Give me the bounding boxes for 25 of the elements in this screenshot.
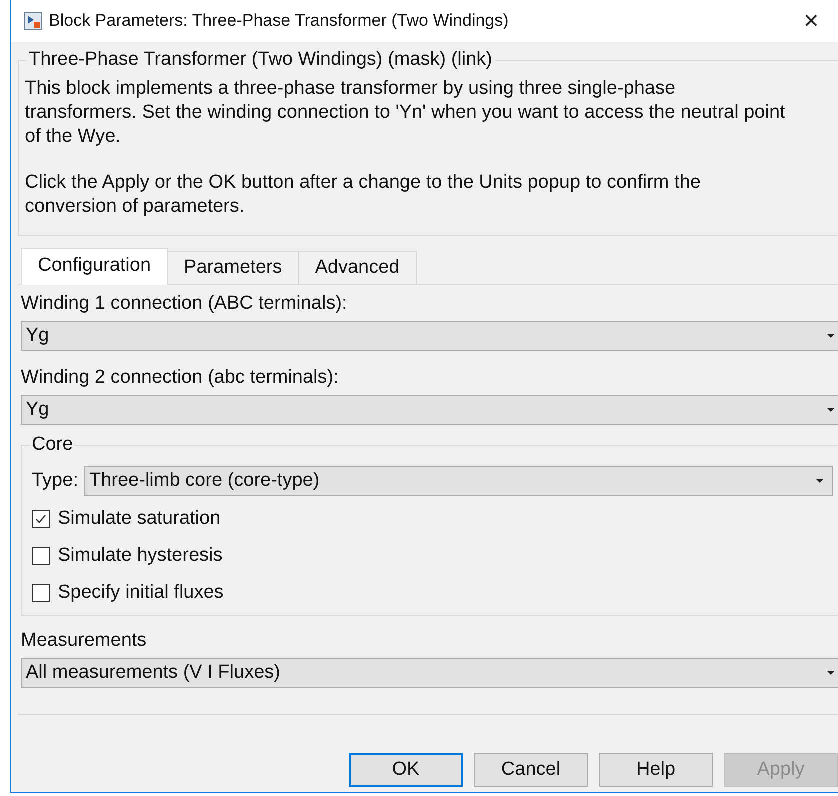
description-text: This block implements a three-phase transformer by using three single-phase transformers. Set the winding connection to 'Yn' when you want to access the neutral point of the Wye. bbox=[25, 77, 786, 149]
description-text: Click the Apply or the OK button after a change to the Units popup to confirm the conversion of parameters. bbox=[25, 171, 702, 219]
checkbox[interactable] bbox=[32, 510, 50, 528]
window-title: Block Parameters: Three-Phase Transformer (Two Windings) bbox=[49, 11, 509, 31]
dropdown[interactable]: Yg bbox=[21, 395, 838, 425]
dialog-button[interactable]: OK bbox=[349, 753, 463, 787]
checkbox-label: Simulate hysteresis bbox=[58, 544, 223, 566]
checkbox[interactable] bbox=[32, 584, 50, 602]
checkbox[interactable] bbox=[32, 546, 50, 564]
tab[interactable]: Configuration bbox=[21, 248, 168, 285]
dropdown[interactable]: Yg bbox=[21, 321, 838, 351]
app-icon bbox=[24, 12, 42, 30]
dropdown[interactable]: Three-limb core (core-type) bbox=[84, 466, 833, 496]
block-title: Three-Phase Transformer (Two Windings) (mask) (link) bbox=[27, 49, 494, 71]
field-label: Winding 1 connection (ABC terminals): bbox=[21, 293, 348, 315]
field-label: Type: bbox=[32, 470, 78, 492]
checkbox-label: Simulate saturation bbox=[58, 508, 221, 530]
field-label: Winding 2 connection (abc terminals): bbox=[21, 367, 340, 389]
dialog-button[interactable]: Help bbox=[599, 753, 713, 787]
dropdown[interactable]: All measurements (V I Fluxes) bbox=[21, 658, 838, 688]
dialog-button[interactable]: Cancel bbox=[474, 753, 588, 787]
tab[interactable]: Advanced bbox=[298, 251, 417, 284]
field-label: Measurements bbox=[21, 630, 148, 652]
checkbox-label: Specify initial fluxes bbox=[58, 582, 224, 604]
close-button[interactable]: ✕ bbox=[803, 8, 820, 34]
